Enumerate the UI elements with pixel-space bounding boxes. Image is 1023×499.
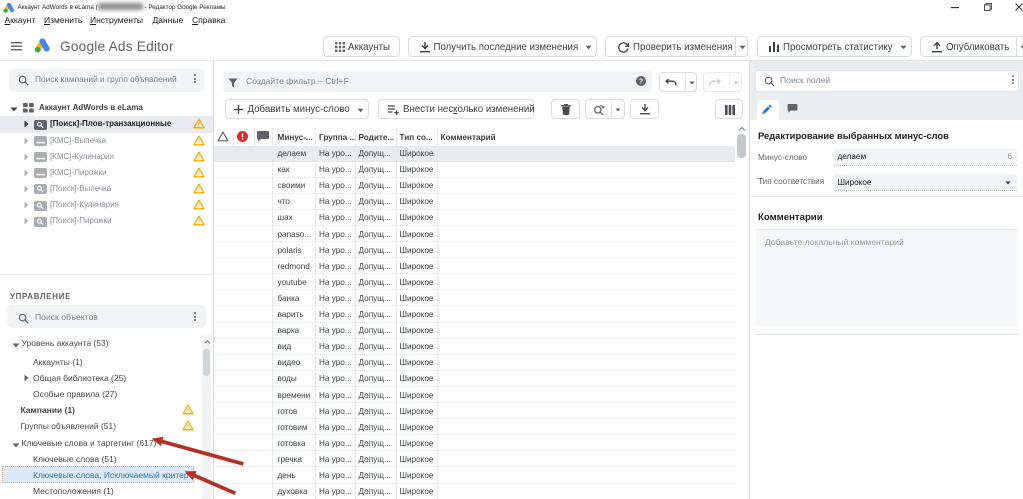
svg-text:?: ?: [639, 79, 643, 86]
